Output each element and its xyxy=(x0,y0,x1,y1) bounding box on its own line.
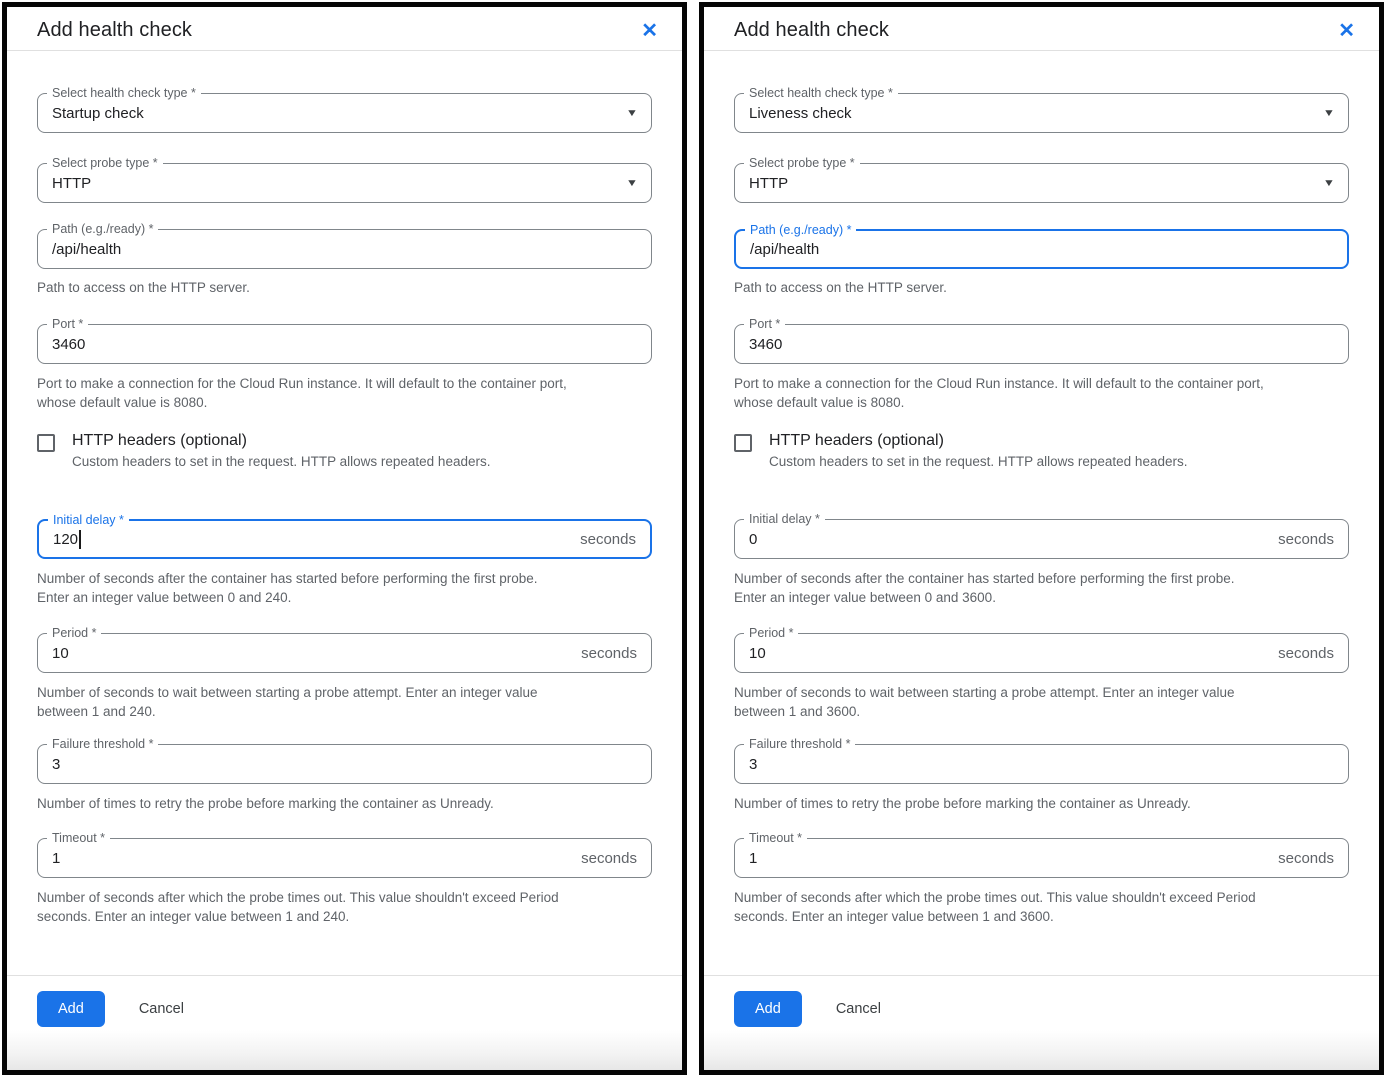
field-value: /api/health xyxy=(750,241,819,258)
http-headers-label[interactable]: HTTP headers (optional) xyxy=(769,432,1187,450)
field-value: 1 xyxy=(749,850,757,867)
initial-delay-input[interactable]: Initial delay * 0 seconds xyxy=(734,519,1349,559)
period-helper-text: Number of seconds to wait between starti… xyxy=(734,683,1349,721)
timeout-input[interactable]: Timeout * 1 seconds xyxy=(37,838,652,878)
cancel-button[interactable]: Cancel xyxy=(139,1001,184,1017)
initial-delay-helper-text: Number of seconds after the container ha… xyxy=(734,569,1349,607)
dialog-title: Add health check xyxy=(37,19,192,42)
dialog-bottom-shade xyxy=(704,1030,1379,1070)
field-label: Initial delay * xyxy=(744,511,825,527)
field-value: HTTP xyxy=(749,175,788,192)
field-value: 0 xyxy=(749,531,757,548)
failure-threshold-input[interactable]: Failure threshold * 3 xyxy=(734,744,1349,784)
field-label: Timeout * xyxy=(47,830,110,846)
seconds-suffix: seconds xyxy=(580,531,636,548)
http-headers-description: Custom headers to set in the request. HT… xyxy=(769,453,1187,471)
dialog-bottom-shade xyxy=(7,1030,682,1070)
timeout-helper-text: Number of seconds after which the probe … xyxy=(37,888,652,926)
probe-type-select[interactable]: Select probe type * HTTP ▼ xyxy=(37,163,652,203)
failure-threshold-input[interactable]: Failure threshold * 3 xyxy=(37,744,652,784)
seconds-suffix: seconds xyxy=(581,850,637,867)
http-headers-text: HTTP headers (optional) Custom headers t… xyxy=(769,432,1187,471)
period-input[interactable]: Period * 10 seconds xyxy=(37,633,652,673)
seconds-suffix: seconds xyxy=(581,645,637,662)
dialog-footer: Add Cancel xyxy=(704,975,1379,1030)
http-headers-text: HTTP headers (optional) Custom headers t… xyxy=(72,432,490,471)
field-value: 3 xyxy=(52,756,60,773)
field-label: Select health check type * xyxy=(47,85,201,101)
field-label: Path (e.g./ready) * xyxy=(745,222,856,238)
timeout-helper-text: Number of seconds after which the probe … xyxy=(734,888,1349,926)
add-health-check-dialog-startup: Add health check ✕ Select health check t… xyxy=(2,2,687,1075)
failure-threshold-helper-text: Number of times to retry the probe befor… xyxy=(734,794,1349,813)
initial-delay-helper-text: Number of seconds after the container ha… xyxy=(37,569,652,607)
text-cursor xyxy=(79,530,81,549)
seconds-suffix: seconds xyxy=(1278,645,1334,662)
path-input[interactable]: Path (e.g./ready) * /api/health xyxy=(734,229,1349,269)
cancel-button[interactable]: Cancel xyxy=(836,1001,881,1017)
dialog-header: Add health check ✕ xyxy=(704,7,1379,51)
http-headers-checkbox[interactable] xyxy=(734,434,752,452)
path-helper-text: Path to access on the HTTP server. xyxy=(734,278,1349,297)
add-button[interactable]: Add xyxy=(734,991,802,1027)
field-value: 3460 xyxy=(52,336,85,353)
field-value: HTTP xyxy=(52,175,91,192)
field-value: Liveness check xyxy=(749,105,852,122)
field-value: 120 xyxy=(53,531,78,548)
field-label: Timeout * xyxy=(744,830,807,846)
add-button[interactable]: Add xyxy=(37,991,105,1027)
field-value: 10 xyxy=(52,645,69,662)
field-label: Period * xyxy=(47,625,101,641)
http-headers-row: HTTP headers (optional) Custom headers t… xyxy=(734,432,1349,471)
dialog-title: Add health check xyxy=(734,19,889,42)
seconds-suffix: seconds xyxy=(1278,531,1334,548)
initial-delay-input[interactable]: Initial delay * 120 seconds xyxy=(37,519,652,559)
port-input[interactable]: Port * 3460 xyxy=(37,324,652,364)
field-value: Startup check xyxy=(52,105,144,122)
dialog-footer: Add Cancel xyxy=(7,975,682,1030)
health-check-type-select[interactable]: Select health check type * Liveness chec… xyxy=(734,93,1349,133)
port-helper-text: Port to make a connection for the Cloud … xyxy=(734,374,1349,412)
health-check-type-select[interactable]: Select health check type * Startup check… xyxy=(37,93,652,133)
field-label: Initial delay * xyxy=(48,512,129,528)
field-label: Select probe type * xyxy=(47,155,163,171)
port-helper-text: Port to make a connection for the Cloud … xyxy=(37,374,652,412)
dialog-header: Add health check ✕ xyxy=(7,7,682,51)
dialog-body: Select health check type * Startup check… xyxy=(7,51,682,975)
dialog-body: Select health check type * Liveness chec… xyxy=(704,51,1379,975)
path-helper-text: Path to access on the HTTP server. xyxy=(37,278,652,297)
field-label: Path (e.g./ready) * xyxy=(47,221,158,237)
http-headers-label[interactable]: HTTP headers (optional) xyxy=(72,432,490,450)
period-helper-text: Number of seconds to wait between starti… xyxy=(37,683,652,721)
port-input[interactable]: Port * 3460 xyxy=(734,324,1349,364)
field-value: 1 xyxy=(52,850,60,867)
field-value: 10 xyxy=(749,645,766,662)
failure-threshold-helper-text: Number of times to retry the probe befor… xyxy=(37,794,652,813)
field-label: Failure threshold * xyxy=(47,736,158,752)
seconds-suffix: seconds xyxy=(1278,850,1334,867)
http-headers-description: Custom headers to set in the request. HT… xyxy=(72,453,490,471)
chevron-down-icon[interactable]: ▼ xyxy=(1323,108,1335,119)
chevron-down-icon[interactable]: ▼ xyxy=(1323,178,1335,189)
field-label: Period * xyxy=(744,625,798,641)
field-value: /api/health xyxy=(52,241,121,258)
path-input[interactable]: Path (e.g./ready) * /api/health xyxy=(37,229,652,269)
chevron-down-icon[interactable]: ▼ xyxy=(626,108,638,119)
add-health-check-dialog-liveness: Add health check ✕ Select health check t… xyxy=(699,2,1384,1075)
http-headers-row: HTTP headers (optional) Custom headers t… xyxy=(37,432,652,471)
probe-type-select[interactable]: Select probe type * HTTP ▼ xyxy=(734,163,1349,203)
timeout-input[interactable]: Timeout * 1 seconds xyxy=(734,838,1349,878)
field-label: Select health check type * xyxy=(744,85,898,101)
chevron-down-icon[interactable]: ▼ xyxy=(626,178,638,189)
field-value: 3460 xyxy=(749,336,782,353)
field-label: Port * xyxy=(47,316,88,332)
http-headers-checkbox[interactable] xyxy=(37,434,55,452)
close-icon[interactable]: ✕ xyxy=(1336,19,1357,43)
field-label: Port * xyxy=(744,316,785,332)
field-label: Failure threshold * xyxy=(744,736,855,752)
period-input[interactable]: Period * 10 seconds xyxy=(734,633,1349,673)
field-label: Select probe type * xyxy=(744,155,860,171)
field-value: 3 xyxy=(749,756,757,773)
close-icon[interactable]: ✕ xyxy=(639,19,660,43)
